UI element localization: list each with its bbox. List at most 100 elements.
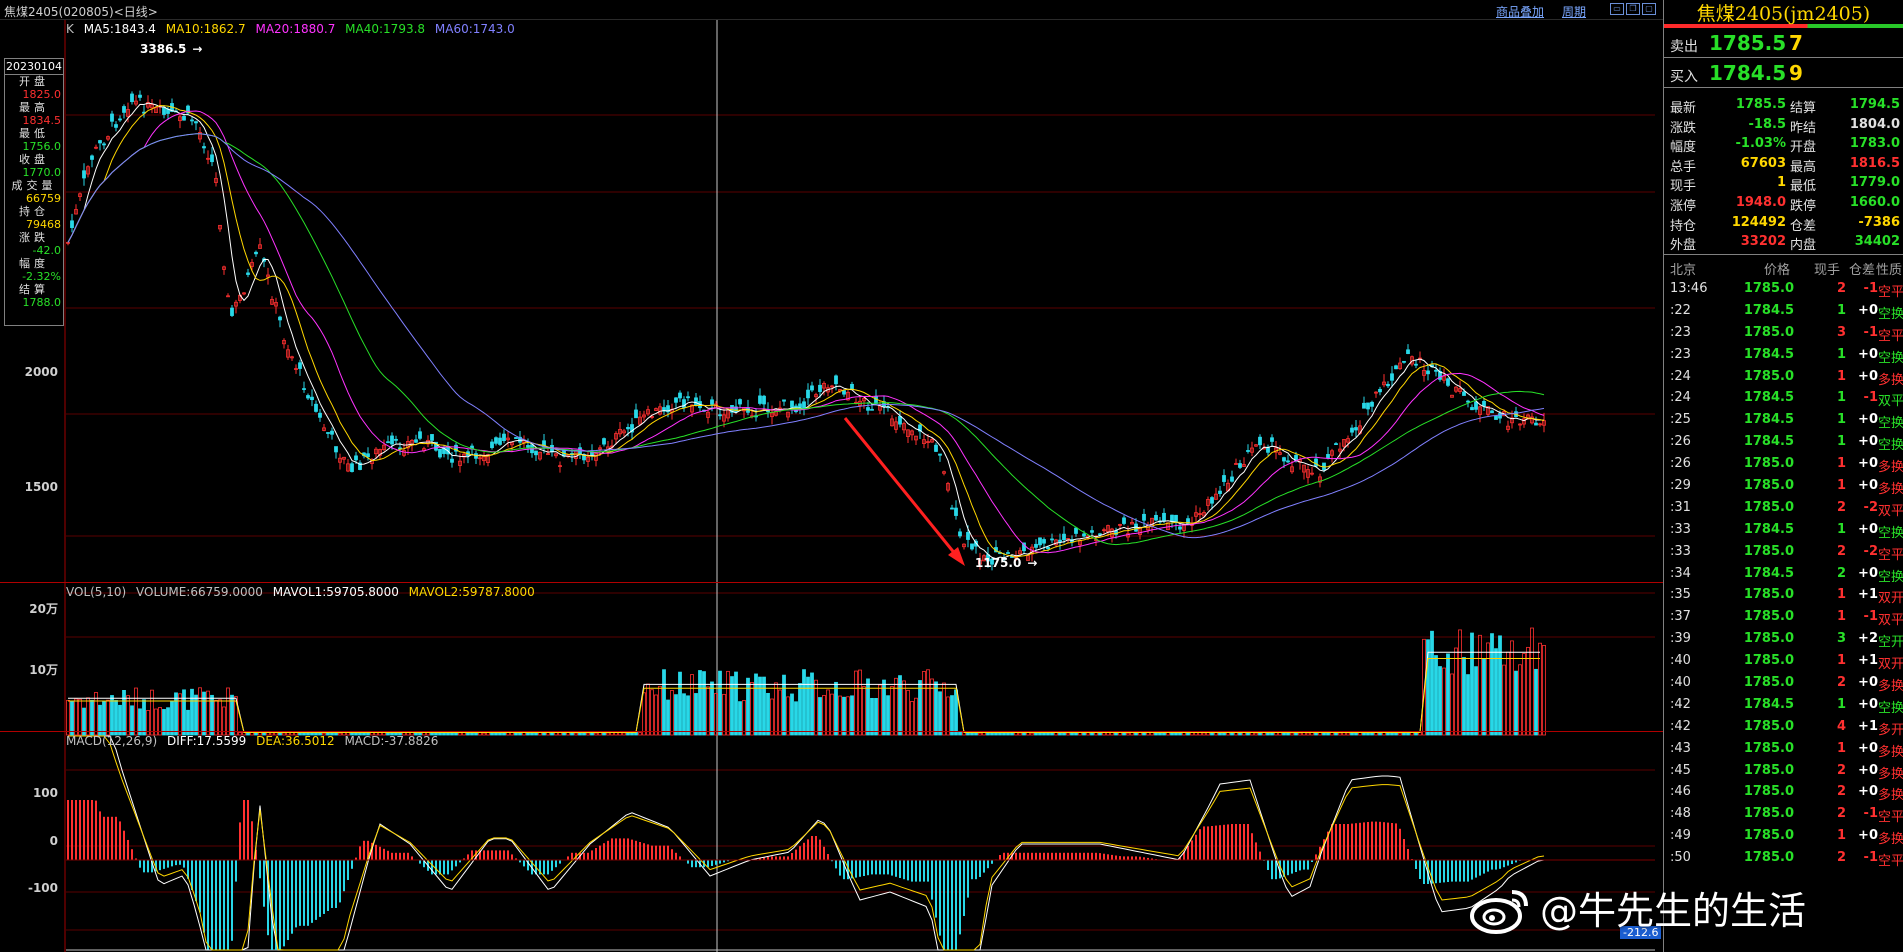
close-icon[interactable]: ▢ xyxy=(1642,3,1656,15)
period-link[interactable]: 周期 xyxy=(1562,3,1586,20)
volume-y-tick: 20万 xyxy=(29,602,58,616)
tick-row[interactable]: :42 1785.0 4 +1 多开 xyxy=(1664,716,1903,738)
layout-icon[interactable]: ▭ xyxy=(1610,3,1624,15)
tick-row[interactable]: :50 1785.0 2 -1 空平 xyxy=(1664,847,1903,869)
tick-row[interactable]: :23 1784.5 1 +0 空换 xyxy=(1664,344,1903,366)
tick-row[interactable]: :24 1784.5 1 -1 双平 xyxy=(1664,387,1903,409)
tick-row[interactable]: :42 1784.5 1 +0 空换 xyxy=(1664,694,1903,716)
volume-bar xyxy=(1210,732,1214,736)
tick-row[interactable]: :48 1785.0 2 -1 空平 xyxy=(1664,803,1903,825)
volume-bar xyxy=(958,731,962,736)
tick-row[interactable]: :40 1785.0 2 +0 多换 xyxy=(1664,672,1903,694)
volume-bar xyxy=(134,687,138,736)
tick-oi-change: +0 xyxy=(1858,478,1878,494)
tick-oi-change: +0 xyxy=(1858,368,1878,384)
candle-body xyxy=(162,106,166,115)
volume-bar xyxy=(1310,732,1314,736)
tick-row[interactable]: :46 1785.0 2 +0 多换 xyxy=(1664,781,1903,803)
tick-row[interactable]: :23 1785.0 3 -1 空平 xyxy=(1664,322,1903,344)
tick-row[interactable]: :26 1785.0 1 +0 多换 xyxy=(1664,453,1903,475)
tick-nature: 空换 xyxy=(1877,438,1903,454)
volume-bar xyxy=(774,682,778,736)
vol-volume: VOLUME:66759.0000 xyxy=(136,585,263,599)
candle-body xyxy=(502,433,506,441)
tick-row[interactable]: :33 1784.5 1 +0 空换 xyxy=(1664,519,1903,541)
candle-body xyxy=(498,437,502,445)
tick-oi-change: +0 xyxy=(1858,784,1878,800)
volume-bar xyxy=(1094,732,1098,736)
candle-body xyxy=(366,453,370,458)
kline-label: K xyxy=(66,22,74,36)
tick-row[interactable]: :26 1784.5 1 +0 空换 xyxy=(1664,431,1903,453)
tick-price: 1784.5 xyxy=(1743,390,1794,406)
tick-time: :49 xyxy=(1670,828,1691,844)
restore-icon[interactable]: ❐ xyxy=(1626,3,1640,15)
volume-bar xyxy=(682,693,686,736)
tick-row[interactable]: :37 1785.0 1 -1 双平 xyxy=(1664,606,1903,628)
bar-info-value: 1788.0 xyxy=(22,296,62,309)
quote-stats: 最新 1785.5 结算 1794.5 涨跌 -18.5 昨结 1804.0 幅度 -1.03% 开… xyxy=(1664,95,1903,255)
chart-area[interactable]: K MA5:1843.4 MA10:1862.7 MA20:1880.7 MA4… xyxy=(0,20,1663,952)
volume-bar xyxy=(182,689,186,736)
tick-row[interactable]: :24 1785.0 1 +0 多换 xyxy=(1664,366,1903,388)
tick-row[interactable]: :29 1785.0 1 +0 多换 xyxy=(1664,475,1903,497)
candle-body xyxy=(114,124,118,128)
tick-price: 1784.5 xyxy=(1743,521,1794,537)
volume-bar xyxy=(1542,644,1546,736)
candle-body xyxy=(1370,401,1374,407)
tick-volume: 4 xyxy=(1836,718,1846,734)
volume-bar xyxy=(1458,629,1462,736)
tick-oi-change: +0 xyxy=(1858,412,1878,428)
candle-body xyxy=(202,146,206,149)
candle-body xyxy=(1154,514,1158,521)
weibo-logo-icon xyxy=(1470,890,1528,934)
volume-bar xyxy=(1018,732,1022,736)
volume-bar xyxy=(914,697,918,736)
volume-bar xyxy=(754,673,758,736)
candle-body xyxy=(130,93,134,103)
volume-bar xyxy=(1342,732,1346,736)
tick-nature: 多换 xyxy=(1877,766,1903,782)
bar-info-value: 79468 xyxy=(26,218,61,231)
kline-y-tick: 1500 xyxy=(24,480,58,494)
volume-bar xyxy=(946,696,950,736)
volume-bar xyxy=(1238,732,1242,736)
tick-row[interactable]: :31 1785.0 2 -2 双平 xyxy=(1664,497,1903,519)
tick-list[interactable]: 13:46 1785.0 2 -1 空平:22 1784.5 1 +0 空换:23 1785.0 3… xyxy=(1664,278,1903,869)
bar-info-label: 开盘 xyxy=(19,75,49,88)
volume-bar xyxy=(1398,732,1402,736)
tick-row[interactable]: :33 1785.0 2 -2 空平 xyxy=(1664,541,1903,563)
volume-bar xyxy=(906,689,910,736)
volume-bar xyxy=(1362,732,1366,736)
volume-bar xyxy=(702,671,706,736)
tick-row[interactable]: :40 1785.0 1 +1 双开 xyxy=(1664,650,1903,672)
tick-row[interactable]: :39 1785.0 3 +2 空开 xyxy=(1664,628,1903,650)
tick-volume: 1 xyxy=(1836,346,1846,362)
volume-bar xyxy=(114,700,118,736)
macd-y-tick: 100 xyxy=(32,786,58,800)
volume-bar xyxy=(150,689,154,736)
kline-chart-canvas[interactable] xyxy=(0,20,1663,952)
tick-row[interactable]: :25 1784.5 1 +0 空换 xyxy=(1664,409,1903,431)
volume-bar xyxy=(1502,664,1506,736)
commodity-overlay-link[interactable]: 商品叠加 xyxy=(1496,3,1544,20)
tick-header-nature: 性质 xyxy=(1876,263,1903,278)
bar-info-value: 1770.0 xyxy=(22,166,62,179)
tick-row[interactable]: :43 1785.0 1 +0 多换 xyxy=(1664,738,1903,760)
volume-bar xyxy=(106,699,110,736)
tick-row[interactable]: 13:46 1785.0 2 -1 空平 xyxy=(1664,278,1903,300)
tick-row[interactable]: :35 1785.0 1 +1 双开 xyxy=(1664,584,1903,606)
stat-label: 总手 xyxy=(1670,159,1697,175)
tick-row[interactable]: :49 1785.0 1 +0 多换 xyxy=(1664,825,1903,847)
stat-value: 1948.0 xyxy=(1735,194,1786,210)
tick-row[interactable]: :34 1784.5 2 +0 空换 xyxy=(1664,563,1903,585)
candle-body xyxy=(810,385,814,391)
volume-bar xyxy=(786,696,790,736)
tick-row[interactable]: :22 1784.5 1 +0 空换 xyxy=(1664,300,1903,322)
tick-nature: 空平 xyxy=(1877,328,1903,344)
candle-body xyxy=(182,116,186,121)
tick-volume: 2 xyxy=(1836,565,1846,581)
tick-row[interactable]: :45 1785.0 2 +0 多换 xyxy=(1664,760,1903,782)
tick-time: :23 xyxy=(1670,346,1691,362)
bar-info-value: -2.32% xyxy=(22,270,61,283)
